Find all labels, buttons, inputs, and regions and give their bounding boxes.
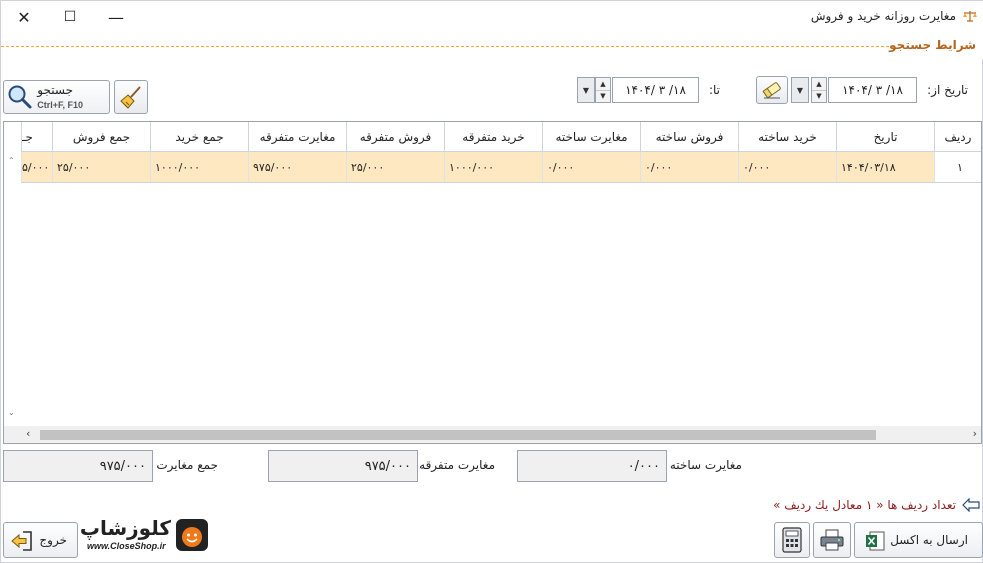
arrow-left-icon (962, 498, 980, 512)
to-date-dropdown[interactable]: ▼ (577, 77, 595, 103)
table-cell: ۰/۰۰۰ (542, 152, 640, 182)
scale-icon (963, 11, 977, 22)
table-cell: ۰/۰۰۰ (738, 152, 836, 182)
logo-text: کلوزشاپ (79, 516, 171, 540)
from-date-dropdown[interactable]: ▼ (791, 77, 809, 103)
table-cell: ۱ (934, 152, 981, 182)
column-header[interactable]: مغایرت متفرقه (248, 122, 346, 152)
excel-icon (866, 531, 885, 551)
close-window-button[interactable]: ✕ (1, 1, 47, 33)
logo-mark-icon (176, 519, 208, 551)
chevron-down-icon: ▼ (796, 85, 804, 95)
spin-up-icon[interactable]: ▲ (812, 78, 826, 91)
vertical-scrollbar[interactable]: ⌃ ⌄ (4, 122, 21, 427)
spin-down-icon[interactable]: ▼ (812, 91, 826, 103)
scroll-left-icon[interactable]: ‹ (26, 427, 30, 440)
scroll-up-icon[interactable]: ⌃ (8, 156, 15, 165)
column-header[interactable]: جمع فروش (52, 122, 150, 152)
close-icon: ✕ (17, 7, 31, 27)
clear-dates-button[interactable] (756, 76, 788, 104)
reset-filters-button[interactable] (114, 80, 148, 114)
table-cell: ۰/۰۰۰ (640, 152, 738, 182)
column-header[interactable]: جـ (21, 122, 52, 152)
eraser-icon (762, 82, 781, 99)
misc-diff-value: ۹۷۵/۰۰۰ (268, 450, 418, 482)
table-cell: ۱۰۰۰/۰۰۰ (150, 152, 248, 182)
column-header[interactable]: مغایرت ساخته (542, 122, 640, 152)
row-count-text: تعداد ردیف ها « ۱ معادل یك ردیف » (773, 498, 956, 512)
search-group-title: شرایط جستجو (889, 38, 976, 52)
minimize-window-button[interactable]: — (93, 1, 139, 33)
title-bar: مغایرت روزانه خرید و فروش ✕ ☐ — (1, 1, 983, 33)
column-header[interactable]: تاریخ (836, 122, 934, 152)
exit-button-label: خروج (39, 533, 67, 547)
logo-url: www.CloseShop.ir (87, 541, 166, 551)
search-group-header: شرایط جستجو (1, 33, 983, 59)
table-cell: ۱۴۰۴/۰۳/۱۸ (836, 152, 934, 182)
search-icon (8, 85, 32, 109)
minimize-icon: — (108, 7, 124, 27)
horizontal-scrollbar[interactable]: ‹ › (4, 426, 981, 443)
printer-icon (820, 529, 844, 551)
table-cell: ۲۵/۰۰۰ (52, 152, 150, 182)
window-title: مغایرت روزانه خرید و فروش (810, 9, 956, 23)
total-diff-value: ۹۷۵/۰۰۰ (3, 450, 153, 482)
calculator-icon (782, 527, 802, 553)
spin-down-icon[interactable]: ▼ (596, 91, 610, 103)
table-cell: ۲۵/۰۰۰ (346, 152, 444, 182)
closeshop-logo: کلوزشاپ www.CloseShop.ir (80, 516, 209, 554)
scroll-down-icon[interactable]: ⌄ (8, 408, 15, 417)
to-date-label: تا: (708, 83, 720, 97)
misc-diff-label: مغایرت متفرقه (419, 458, 495, 472)
horizontal-scroll-thumb[interactable] (40, 430, 876, 440)
search-button-label: جستجو (37, 83, 73, 97)
from-date-spinner[interactable]: ▲ ▼ (811, 77, 827, 103)
search-button-shortcut: Ctrl+F, F10 (37, 100, 83, 110)
print-button[interactable] (813, 522, 851, 558)
search-button[interactable]: جستجو Ctrl+F, F10 (3, 80, 110, 114)
main-window: مغایرت روزانه خرید و فروش ✕ ☐ — شرایط جس… (0, 0, 983, 563)
table-cell: ۹۷۵/۰۰۰ (248, 152, 346, 182)
chevron-down-icon: ▼ (582, 85, 590, 95)
maximize-window-button[interactable]: ☐ (47, 1, 93, 33)
from-date-label: تاریخ از: (927, 83, 968, 97)
total-diff-label: جمع مغایرت (156, 458, 218, 472)
scroll-right-icon[interactable]: › (973, 427, 977, 440)
column-header[interactable]: ردیف (934, 122, 981, 152)
to-date-spinner[interactable]: ▲ ▼ (595, 77, 611, 103)
column-header[interactable]: فروش ساخته (640, 122, 738, 152)
calculator-button[interactable] (774, 522, 810, 558)
table-cell: ۱۰۰۰/۰۰۰ (444, 152, 542, 182)
dashed-divider (1, 46, 894, 47)
exit-icon (11, 531, 32, 551)
grid-header: ردیف تاریخ خرید ساخته فروش ساخته مغایرت … (4, 122, 981, 152)
table-cell: ۵/۰۰۰ (21, 152, 52, 182)
from-date-field[interactable]: ۱۴۰۴/ ۳ /۱۸ (828, 77, 917, 103)
export-excel-label: ارسال به اکسل (890, 533, 968, 547)
maximize-icon: ☐ (63, 9, 77, 25)
column-header[interactable]: فروش متفرقه (346, 122, 444, 152)
exit-button[interactable]: خروج (3, 522, 78, 558)
to-date-field[interactable]: ۱۴۰۴/ ۳ /۱۸ (612, 77, 699, 103)
spin-up-icon[interactable]: ▲ (596, 78, 610, 91)
built-diff-label: مغایرت ساخته (669, 458, 742, 472)
export-excel-button[interactable]: ارسال به اکسل (854, 522, 983, 558)
built-diff-value: ۰/۰۰۰ (517, 450, 667, 482)
table-row[interactable]: ۱ ۱۴۰۴/۰۳/۱۸ ۰/۰۰۰ ۰/۰۰۰ ۰/۰۰۰ ۱۰۰۰/۰۰۰ … (4, 152, 981, 183)
column-header[interactable]: خرید ساخته (738, 122, 836, 152)
column-header[interactable]: جمع خرید (150, 122, 248, 152)
broom-icon (120, 86, 141, 109)
column-header[interactable]: خرید متفرقه (444, 122, 542, 152)
data-grid[interactable]: ردیف تاریخ خرید ساخته فروش ساخته مغایرت … (3, 121, 982, 444)
